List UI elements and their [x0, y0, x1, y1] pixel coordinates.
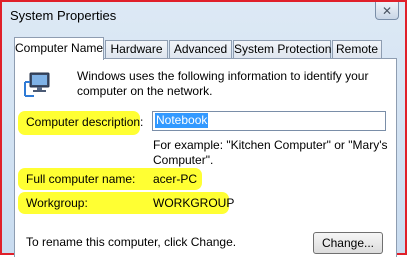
computer-description-value: Notebook [155, 113, 209, 128]
tab-remote[interactable]: Remote [332, 40, 382, 59]
workgroup-label: Workgroup: [26, 196, 88, 210]
workgroup-value: WORKGROUP [153, 196, 235, 210]
description-example-text: For example: "Kitchen Computer" or "Mary… [153, 138, 388, 167]
window-frame: System Properties ✕ Computer Name Hardwa… [0, 0, 407, 257]
computer-description-field[interactable]: Notebook [152, 111, 386, 131]
close-icon: ✕ [381, 3, 393, 18]
title-bar[interactable]: System Properties ✕ [2, 2, 405, 32]
rename-instruction-text: To rename this computer, click Change. [26, 235, 237, 249]
full-computer-name-value: acer-PC [153, 172, 198, 186]
window-title: System Properties [10, 8, 117, 23]
close-button[interactable]: ✕ [375, 2, 399, 20]
computer-network-icon [24, 72, 50, 97]
tab-advanced[interactable]: Advanced [169, 40, 232, 59]
intro-text: Windows uses the following information t… [77, 69, 369, 98]
tab-computer-name[interactable]: Computer Name [14, 37, 104, 60]
tab-hardware[interactable]: Hardware [105, 40, 168, 59]
change-button[interactable]: Change... [313, 232, 383, 254]
tab-system-protection[interactable]: System Protection [233, 40, 331, 59]
full-computer-name-label: Full computer name: [26, 172, 136, 186]
computer-description-label: Computer description: [26, 115, 144, 129]
